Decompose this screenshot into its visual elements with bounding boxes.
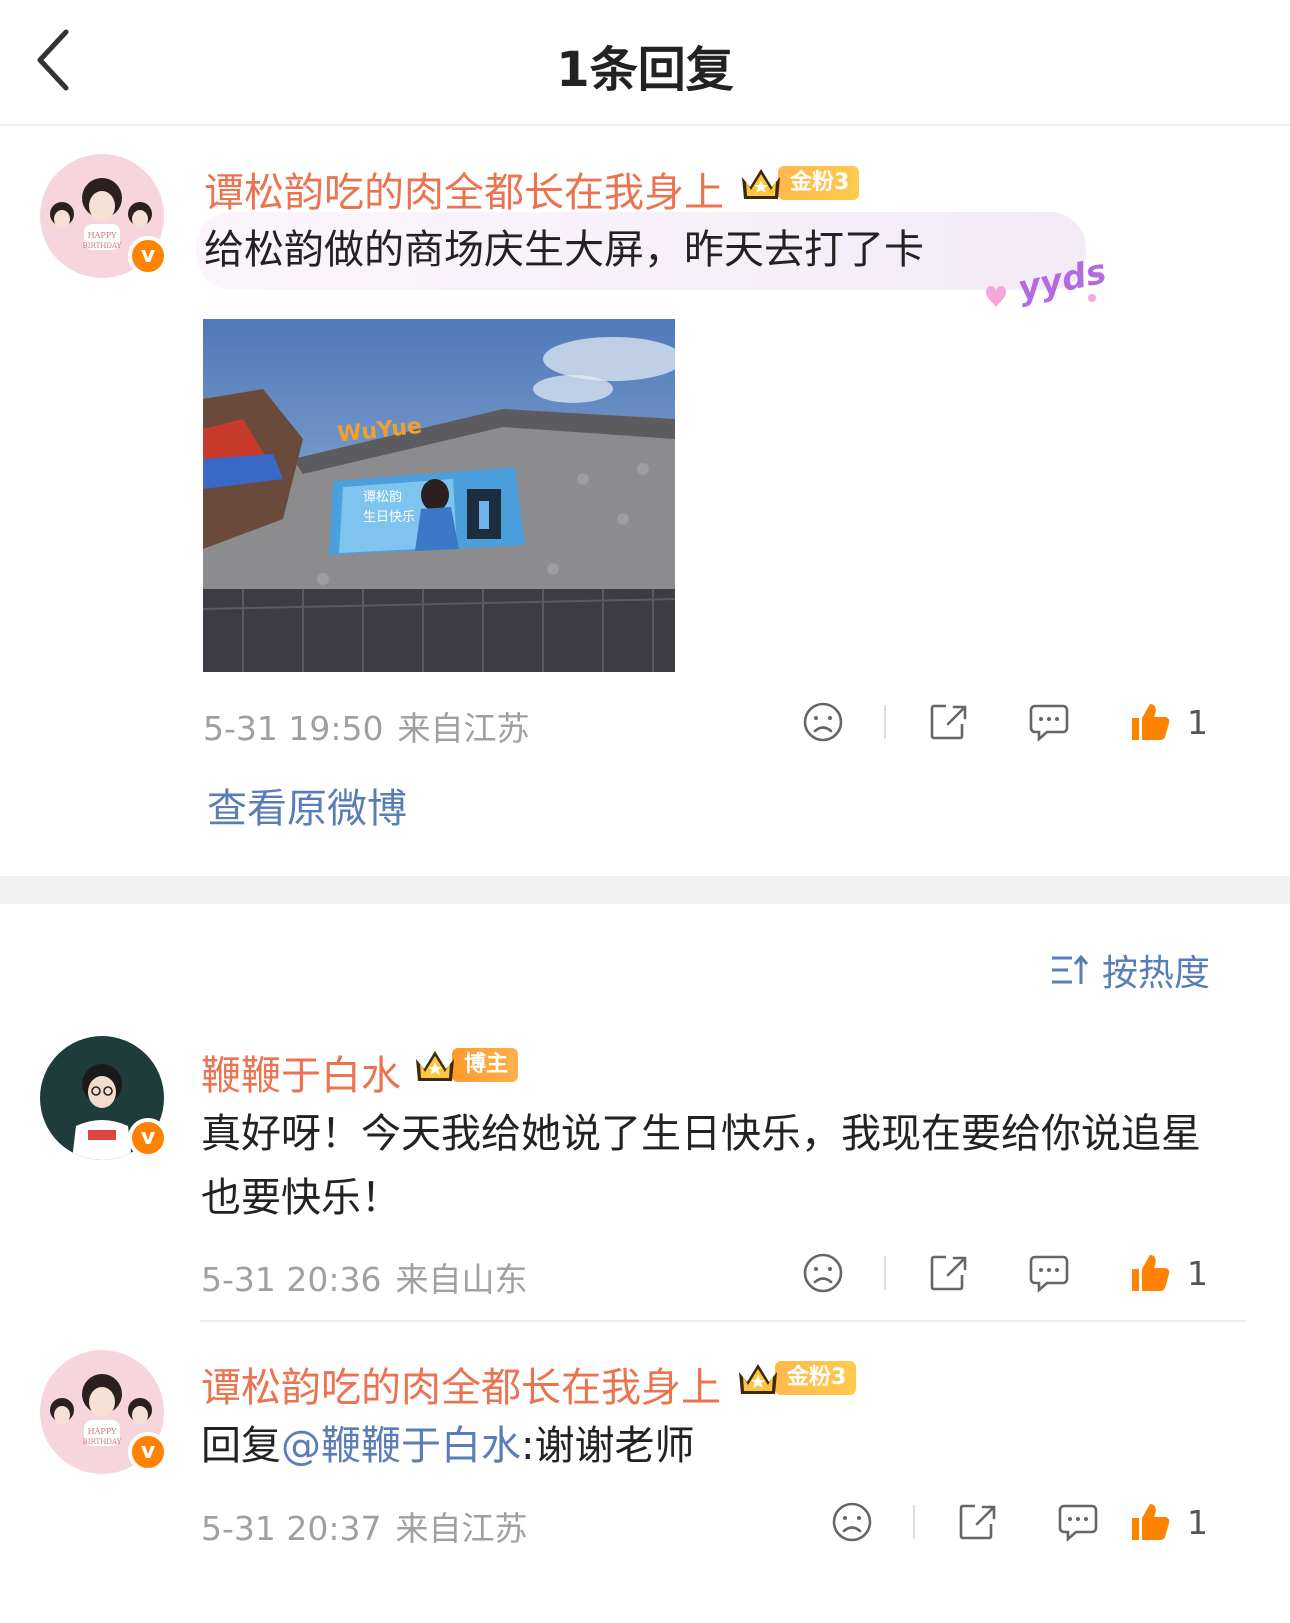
verified-badge: v (128, 1432, 168, 1472)
like-icon[interactable] (1128, 700, 1172, 744)
post-meta: 5-31 19:50 来自江苏 (203, 702, 530, 750)
view-original-link[interactable]: 查看原微博 (207, 776, 407, 834)
share-icon[interactable] (926, 700, 970, 744)
badge-label: 金粉3 (775, 1361, 857, 1395)
verified-badge: v (128, 236, 168, 276)
page-title: 1条回复 (556, 42, 734, 98)
fan-badge[interactable]: 金粉3 (735, 1360, 857, 1396)
avatar[interactable]: HAPPY BIRTHDAY v (40, 1350, 168, 1474)
sort-label: 按热度 (1102, 953, 1211, 994)
post-source: 来自江苏 (397, 709, 530, 748)
svg-text:HAPPY: HAPPY (88, 231, 118, 240)
reply-text: 真好呀！今天我给她说了生日快乐，我现在要给你说追星也要快乐！ (201, 1111, 1201, 1221)
post-text: 给松韵做的商场庆生大屏，昨天去打了卡 (204, 227, 924, 273)
badge-label: 金粉3 (778, 166, 860, 200)
post-photo[interactable]: 谭松韵 生日快乐 WuYue (203, 319, 675, 672)
post-time: 5-31 19:50 (203, 709, 384, 748)
svg-text:BIRTHDAY: BIRTHDAY (83, 242, 122, 250)
like-icon[interactable] (1128, 1500, 1172, 1544)
reply-source: 来自山东 (395, 1260, 528, 1299)
reply-prefix: 回复 (201, 1423, 281, 1469)
reply-meta: 5-31 20:37 来自江苏 (201, 1502, 528, 1550)
action-divider (913, 1505, 915, 1539)
share-icon[interactable] (955, 1500, 999, 1544)
avatar[interactable]: v (40, 1036, 168, 1160)
comment-icon[interactable] (1027, 700, 1071, 744)
top-bar: 1条回复 (0, 0, 1290, 126)
reply-time: 5-31 20:36 (201, 1260, 382, 1299)
verified-badge: v (128, 1118, 168, 1158)
yyds-sticker: yyds (986, 252, 1105, 309)
dislike-face-icon[interactable] (830, 1500, 874, 1544)
badge-label: 博主 (452, 1048, 519, 1082)
reply-source: 来自江苏 (395, 1509, 528, 1548)
crown-icon (739, 1364, 777, 1394)
svg-text:BIRTHDAY: BIRTHDAY (83, 1438, 122, 1446)
section-divider (0, 876, 1290, 904)
like-count: 1 (1187, 1254, 1208, 1293)
sort-icon (1052, 954, 1089, 984)
username[interactable]: 鞭鞭于白水 (201, 1043, 401, 1101)
avatar[interactable]: HAPPY BIRTHDAY v (40, 154, 168, 278)
username[interactable]: 谭松韵吃的肉全都长在我身上 (201, 1355, 721, 1413)
action-divider (884, 1256, 886, 1290)
reply-body: :谢谢老师 (521, 1423, 695, 1469)
reply-time: 5-31 20:37 (201, 1509, 382, 1548)
action-divider (884, 705, 886, 739)
comment-icon[interactable] (1027, 1251, 1071, 1295)
svg-text:生日快乐: 生日快乐 (363, 510, 415, 525)
username[interactable]: 谭松韵吃的肉全都长在我身上 (204, 160, 724, 218)
blogger-badge[interactable]: 博主 (412, 1047, 519, 1083)
like-count: 1 (1187, 1503, 1208, 1542)
reply-text: 回复@鞭鞭于白水:谢谢老师 (201, 1414, 694, 1478)
svg-text:HAPPY: HAPPY (88, 1427, 118, 1436)
mall-screen-image: 谭松韵 生日快乐 WuYue (203, 319, 675, 672)
share-icon[interactable] (926, 1251, 970, 1295)
svg-text:谭松韵: 谭松韵 (363, 490, 402, 505)
crown-icon (416, 1051, 454, 1081)
mention-link[interactable]: @鞭鞭于白水 (281, 1423, 521, 1469)
fan-badge[interactable]: 金粉3 (738, 165, 860, 201)
dislike-face-icon[interactable] (801, 700, 845, 744)
like-icon[interactable] (1128, 1251, 1172, 1295)
comment-icon[interactable] (1056, 1500, 1100, 1544)
sort-toggle[interactable]: 按热度 (1050, 944, 1210, 996)
crown-icon (742, 169, 780, 199)
like-count: 1 (1187, 703, 1208, 742)
reply-divider (200, 1320, 1245, 1322)
reply-meta: 5-31 20:36 来自山东 (201, 1253, 528, 1301)
dislike-face-icon[interactable] (801, 1251, 845, 1295)
